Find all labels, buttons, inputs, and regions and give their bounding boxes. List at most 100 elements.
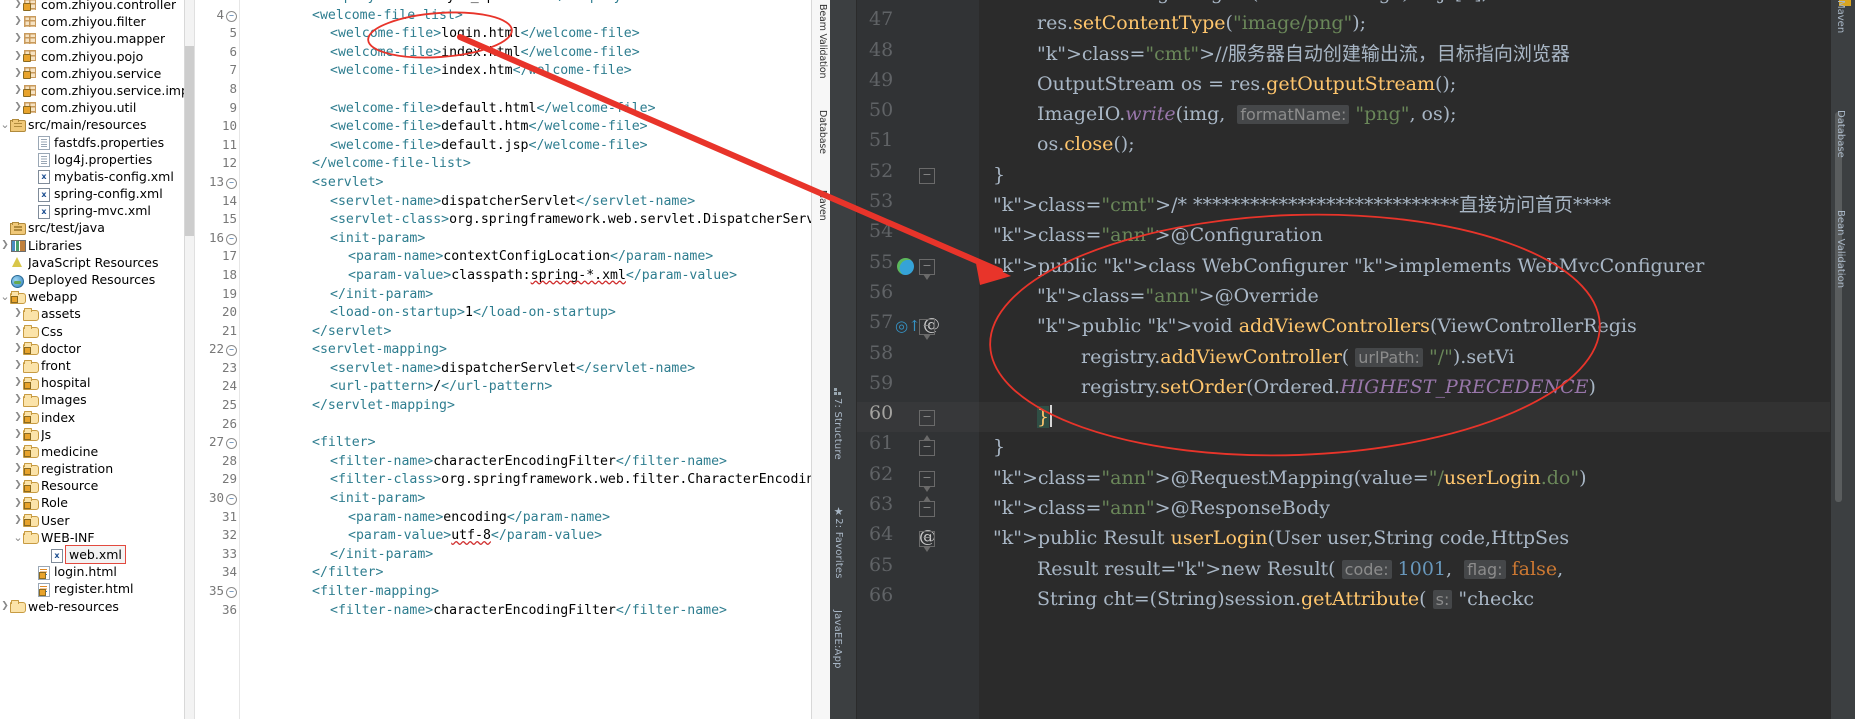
xml-code-line[interactable]: <welcome-file-list> [246,7,811,26]
chevron-right-icon[interactable]: ❯ [13,65,23,82]
intellij-tab-javaee-app[interactable]: JavaEE:App [832,610,843,669]
code-fold-toggle-icon[interactable]: − [919,470,935,492]
intellij-code-line[interactable]: "k">class="cmt">/* *********************… [979,190,1830,220]
intellij-code-line[interactable]: } [979,402,1830,433]
tree-item[interactable]: x web.xml [0,545,184,565]
chevron-right-icon[interactable]: ❯ [13,357,23,374]
xml-code-line[interactable]: <param-name>encoding</param-name> [246,509,811,528]
chevron-right-icon[interactable]: ❯ [13,99,23,116]
intellij-code-line[interactable]: os.close(); [979,129,1830,159]
xml-code-line[interactable]: <welcome-file>index.html</welcome-file> [246,44,811,63]
tree-item[interactable]: register.html [0,580,184,597]
tree-item[interactable]: ❯ hospital [0,374,184,391]
xml-code-line[interactable]: </init-param> [246,546,811,565]
xml-code-line[interactable]: <welcome-file>default.jsp</welcome-file> [246,137,811,156]
xml-code-line[interactable]: <welcome-file>default.htm</welcome-file> [246,118,811,137]
tree-item[interactable]: JavaScript Resources [0,254,184,271]
xml-code-line[interactable]: <param-value>utf-8</param-value> [246,527,811,546]
intellij-code-line[interactable]: } [979,160,1830,190]
tree-item[interactable]: ❯ Images [0,391,184,408]
chevron-right-icon[interactable]: ❯ [13,409,23,426]
tree-item[interactable]: ❯ doctor [0,340,184,357]
tree-item[interactable]: Deployed Resources [0,271,184,288]
intellij-code-line[interactable]: "k">public Result userLogin(User user,St… [979,523,1830,553]
tree-item[interactable]: ❯ Role [0,494,184,511]
intellij-tab-bean-validation[interactable]: Bean Validation [1835,210,1846,288]
eclipse-tab-bean-validation[interactable]: Beam Validation [813,4,828,78]
xml-code-line[interactable]: </servlet-mapping> [246,397,811,416]
intellij-tab-structure[interactable]: 7: Structure [832,388,843,460]
tree-item[interactable]: ❯ web-resources [0,598,184,615]
intellij-tab-maven[interactable]: Maven [1835,0,1846,33]
tree-item[interactable]: x spring-config.xml [0,185,184,202]
eclipse-tab-maven[interactable]: Maven [813,190,828,221]
xml-code-line[interactable]: <servlet-mapping> [246,341,811,360]
tree-item[interactable]: ❯ com.zhiyou.pojo [0,48,184,65]
tree-item[interactable]: ❯ com.zhiyou.filter [0,13,184,30]
chevron-down-icon[interactable]: ⌄ [13,532,23,543]
tree-item[interactable]: x mybatis-config.xml [0,168,184,185]
intellij-code-line[interactable]: "k">public "k">void addViewControllers(V… [979,311,1830,341]
chevron-right-icon[interactable]: ❯ [13,30,23,47]
tree-item[interactable]: ⌄ src/main/resources [0,116,184,133]
tree-item[interactable]: ❯ index [0,409,184,426]
chevron-right-icon[interactable]: ❯ [13,0,23,13]
scrollbar-thumb[interactable] [185,46,194,236]
tree-item[interactable]: ❯ com.zhiyou.util [0,99,184,116]
tree-item[interactable]: ❯ com.zhiyou.service [0,65,184,82]
tree-item[interactable]: ❯ Js [0,426,184,443]
tree-item[interactable]: ⌄ webapp [0,288,184,305]
xml-code-line[interactable]: <filter-mapping> [246,583,811,602]
intellij-tab-database[interactable]: Database [1835,110,1846,158]
xml-code-line[interactable]: </servlet> [246,323,811,342]
xml-code-line[interactable]: <filter> [246,434,811,453]
xml-code-line[interactable]: <servlet-class>org.springframework.web.s… [246,211,811,230]
intellij-code-line[interactable]: BufferedImage img = (BufferedImage) objs… [979,0,1830,8]
xml-editor-panel[interactable]: 34−5678910111213−141516−171819202122−232… [185,0,811,719]
chevron-right-icon[interactable]: ❯ [13,340,23,357]
xml-code-line[interactable]: <welcome-file>login.html</welcome-file> [246,25,811,44]
chevron-right-icon[interactable]: ❯ [13,48,23,65]
xml-code-line[interactable]: </welcome-file-list> [246,155,811,174]
intellij-window[interactable]: 7: Structure ★2: Favorites JavaEE:App 46… [830,0,1855,719]
code-fold-toggle-icon[interactable]: − [919,258,935,280]
chevron-down-icon[interactable]: ⌄ [0,119,10,130]
xml-code-line[interactable]: <filter-class>org.springframework.web.fi… [246,471,811,490]
tree-item[interactable]: fastdfs.properties [0,134,184,151]
override-method-icon[interactable]: ◎↑ [895,317,921,335]
chevron-down-icon[interactable]: ⌄ [0,291,10,302]
xml-code-line[interactable]: <servlet-name>dispatcherServlet</servlet… [246,193,811,212]
chevron-right-icon[interactable]: ❯ [0,237,10,254]
intellij-code-line[interactable]: "k">class="ann">@RequestMapping(value="/… [979,463,1830,493]
xml-code-line[interactable]: </init-param> [246,286,811,305]
intellij-code-line[interactable]: registry.setOrder(Ordered.HIGHEST_PRECED… [979,372,1830,402]
tree-item[interactable]: log4j.properties [0,151,184,168]
tree-item[interactable]: login.html [0,563,184,580]
fold-toggle-icon[interactable]: − [226,177,237,189]
code-fold-toggle-icon[interactable]: − [919,319,935,341]
tree-item[interactable]: ❯ User [0,512,184,529]
xml-code-line[interactable]: <url-pattern>/</url-pattern> [246,378,811,397]
xml-code-line[interactable]: <display-name>zhiyou_apartment</display-… [246,0,811,7]
spring-bean-icon[interactable] [897,257,914,275]
chevron-right-icon[interactable]: ❯ [13,443,23,460]
xml-code-line[interactable]: <init-param> [246,230,811,249]
intellij-tab-favorites[interactable]: ★2: Favorites [832,505,845,579]
fold-toggle-icon[interactable]: − [226,345,237,357]
tree-item[interactable]: ❯ Libraries [0,237,184,254]
intellij-code-line[interactable]: res.setContentType("image/png"); [979,8,1830,38]
tree-item[interactable]: ❯ Resource [0,477,184,494]
fold-toggle-icon[interactable]: − [226,587,237,598]
xml-code-line[interactable] [246,416,811,435]
tree-item[interactable]: ❯ com.zhiyou.mapper [0,30,184,47]
editor-scrollbar-left[interactable] [185,0,195,719]
intellij-code-line[interactable]: "k">class="ann">@ResponseBody [979,493,1830,523]
xml-code-line[interactable]: <load-on-startup>1</load-on-startup> [246,304,811,323]
xml-code-line[interactable]: <servlet> [246,174,811,193]
chevron-right-icon[interactable]: ❯ [13,13,23,30]
tree-item[interactable]: ❯ assets [0,305,184,322]
intellij-code-line[interactable]: ImageIO.write(img, formatName: "png", os… [979,99,1830,129]
tree-item[interactable]: ❯ Css [0,323,184,340]
xml-line-number-gutter[interactable]: 34−5678910111213−141516−171819202122−232… [195,0,240,719]
chevron-right-icon[interactable]: ❯ [13,391,23,408]
